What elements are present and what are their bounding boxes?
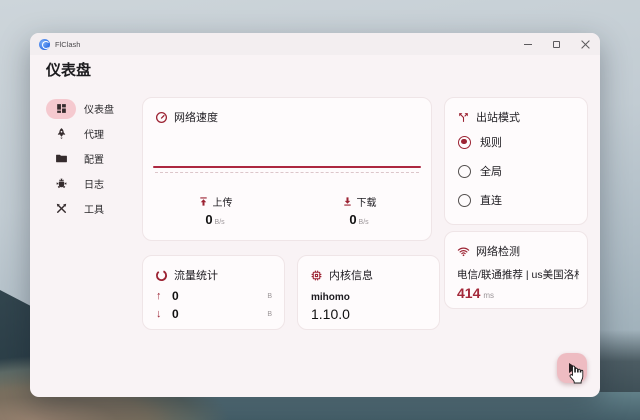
selected-pill <box>46 99 76 119</box>
mode-option-label: 直连 <box>480 192 502 208</box>
speed-stats: 上传 0B/s 下载 0B/s <box>143 194 431 227</box>
radio-selected-icon[interactable] <box>458 136 471 149</box>
upload-label: 上传 <box>213 194 233 209</box>
core-info-card: 内核信息 mihomo 1.10.0 <box>297 255 440 330</box>
start-proxy-fab[interactable] <box>557 353 587 383</box>
sidebar-item-profiles[interactable]: 配置 <box>46 146 142 171</box>
sidebar-item-proxy[interactable]: 代理 <box>46 121 142 146</box>
app-logo-icon <box>39 39 50 50</box>
card-title: 网络速度 <box>174 109 218 125</box>
upload-icon <box>198 196 209 207</box>
card-title: 网络检测 <box>476 243 520 259</box>
memory-chip-icon <box>310 269 323 282</box>
core-version: 1.10.0 <box>311 306 350 322</box>
sidebar-item-tools[interactable]: 工具 <box>46 196 142 221</box>
core-name: mihomo <box>311 292 350 303</box>
mode-option-direct[interactable]: 直连 <box>458 192 502 208</box>
speed-chart-line <box>153 166 421 168</box>
sidebar-item-label: 工具 <box>84 201 104 216</box>
desktop: FlClash 仪表盘 仪表盘 代理 <box>0 0 640 420</box>
tools-icon <box>55 202 68 215</box>
traffic-down-value: 0 <box>172 307 179 321</box>
radio-icon[interactable] <box>458 194 471 207</box>
page-title: 仪表盘 <box>46 59 91 80</box>
upload-unit: B/s <box>215 219 225 226</box>
mode-option-label: 全局 <box>480 163 502 179</box>
upload-value: 0 <box>205 212 212 227</box>
wifi-icon <box>457 245 470 258</box>
network-test-card[interactable]: 网络检测 电信/联通推荐 | us美国洛杉... 414ms <box>444 231 588 309</box>
download-value: 0 <box>349 212 356 227</box>
bug-icon <box>55 177 68 190</box>
maximize-icon <box>553 41 560 48</box>
download-label: 下载 <box>357 194 377 209</box>
close-icon <box>581 40 590 49</box>
card-title: 内核信息 <box>329 267 373 283</box>
upload-stat: 上传 0B/s <box>143 194 287 227</box>
speedometer-icon <box>155 111 168 124</box>
folder-icon <box>55 152 68 165</box>
pill <box>46 174 76 194</box>
rocket-icon <box>55 127 68 140</box>
pill <box>46 199 76 219</box>
sidebar-item-logs[interactable]: 日志 <box>46 171 142 196</box>
close-button[interactable] <box>571 33 600 55</box>
radio-icon[interactable] <box>458 165 471 178</box>
traffic-up-value: 0 <box>172 289 179 303</box>
network-test-node: 电信/联通推荐 | us美国洛杉... <box>457 267 579 282</box>
latency-value: 414 <box>457 285 480 301</box>
minimize-icon <box>524 44 532 45</box>
sidebar-item-label: 配置 <box>84 151 104 166</box>
latency-unit: ms <box>483 291 494 300</box>
traffic-down-unit: B <box>267 311 272 318</box>
play-icon <box>569 363 577 373</box>
download-unit: B/s <box>359 219 369 226</box>
arrow-down-icon: ↓ <box>156 308 169 320</box>
mode-option-label: 规则 <box>480 134 502 150</box>
call-split-icon <box>457 111 470 124</box>
arrow-up-icon: ↑ <box>156 290 169 302</box>
pill <box>46 124 76 144</box>
traffic-stats-card: 流量统计 ↑ 0 B ↓ 0 B <box>142 255 285 330</box>
maximize-button[interactable] <box>542 33 571 55</box>
mode-option-rule[interactable]: 规则 <box>458 134 502 150</box>
minimize-button[interactable] <box>513 33 542 55</box>
speed-chart-baseline <box>155 172 419 173</box>
traffic-up-row: ↑ 0 B <box>156 289 272 303</box>
pill <box>46 149 76 169</box>
dashboard-icon <box>55 102 68 115</box>
app-name: FlClash <box>55 40 80 49</box>
network-speed-card: 网络速度 上传 0B/s 下载 0B/s <box>142 97 432 241</box>
sidebar-item-label: 日志 <box>84 176 104 191</box>
traffic-down-row: ↓ 0 B <box>156 307 272 321</box>
traffic-up-unit: B <box>267 293 272 300</box>
sidebar: 仪表盘 代理 配置 日志 <box>46 96 142 221</box>
titlebar[interactable]: FlClash <box>30 33 600 55</box>
download-stat: 下载 0B/s <box>287 194 431 227</box>
sidebar-item-label: 代理 <box>84 126 104 141</box>
outbound-mode-card: 出站模式 规则 全局 直连 <box>444 97 588 225</box>
card-title: 流量统计 <box>174 267 218 283</box>
card-title: 出站模式 <box>476 109 520 125</box>
data-usage-icon <box>155 269 168 282</box>
mode-option-global[interactable]: 全局 <box>458 163 502 179</box>
sidebar-item-dashboard[interactable]: 仪表盘 <box>46 96 142 121</box>
download-icon <box>342 196 353 207</box>
sidebar-item-label: 仪表盘 <box>84 101 114 116</box>
app-window: FlClash 仪表盘 仪表盘 代理 <box>30 33 600 397</box>
